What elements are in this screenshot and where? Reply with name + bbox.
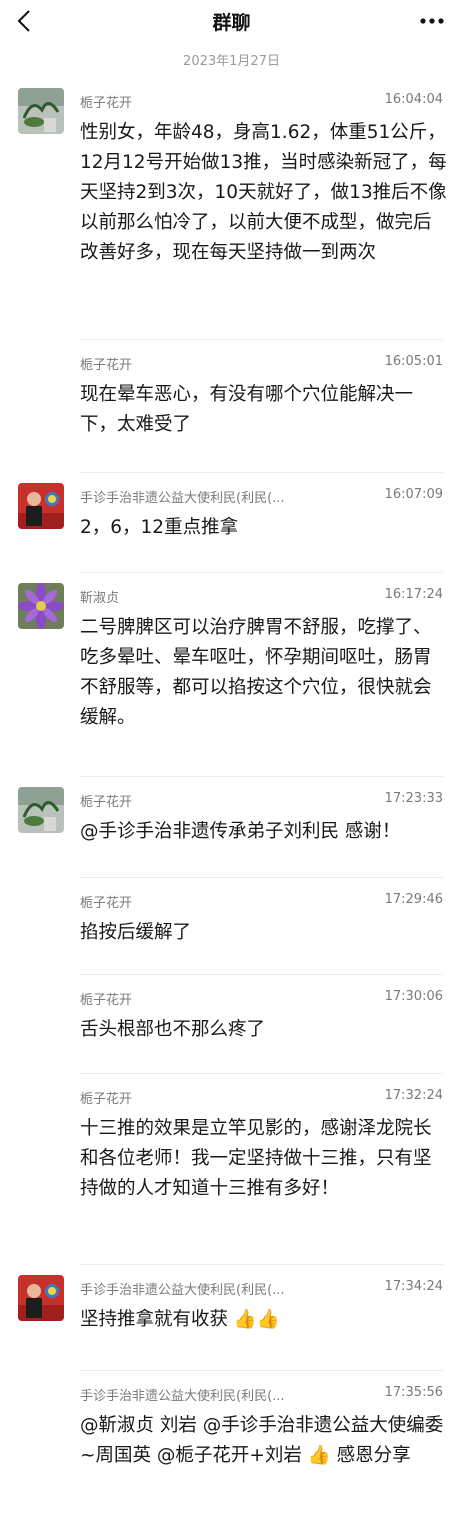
more-dots-icon[interactable] [419,10,445,32]
message-item: 手诊手治非遗公益大使利民(利民(... 17:34:24 坚持推拿就有收获 👍👍 [0,1265,463,1371]
message-text: 二号脾脾区可以治疗脾胃不舒服，吃撑了、吃多晕吐、晕车呕吐，怀孕期间呕吐，肠胃不舒… [80,617,432,728]
message-item: 栀子花开 16:05:01 现在晕车恶心，有没有哪个穴位能解决一下，太难受了 [0,340,463,473]
avatar[interactable] [18,483,64,529]
message-text: 十三推的效果是立竿见影的，感谢泽龙院长和各位老师！我一定坚持做十三推，只有坚持做… [80,1118,432,1199]
message-time: 17:32:24 [384,1088,443,1103]
message-time: 16:04:04 [384,92,443,107]
date-separator: 2023年1月27日 [183,54,280,69]
message-text: 性别女，年龄48，身高1.62，体重51公斤，12月12号开始做13推，当时感染… [80,122,447,263]
message-item: 栀子花开 17:29:46 掐按后缓解了 [0,878,463,975]
sender-name: 栀子花开 [80,795,133,810]
sender-name: 栀子花开 [80,993,133,1008]
message-time: 17:29:46 [384,892,443,907]
avatar[interactable] [18,88,64,134]
sender-name: 栀子花开 [80,1092,133,1107]
message-time: 16:17:24 [384,587,443,602]
message-list: 栀子花开 16:04:04 性别女，年龄48，身高1.62，体重51公斤，12月… [0,78,463,1521]
sender-name: 靳淑贞 [80,591,120,606]
message-item: 手诊手治非遗公益大使利民(利民(... 16:07:09 2，6，12重点推拿 [0,473,463,573]
message-item: 手诊手治非遗公益大使利民(利民(... 17:35:56 @靳淑贞 刘岩 @手诊… [0,1371,463,1521]
sender-name: 手诊手治非遗公益大使利民(利民(... [80,1283,285,1298]
message-text: 现在晕车恶心，有没有哪个穴位能解决一下，太难受了 [80,384,414,435]
chat-title: 群聊 [212,12,251,34]
message-text: 2，6，12重点推拿 [80,517,239,538]
message-time: 17:30:06 [384,989,443,1004]
message-meta: 手诊手治非遗公益大使利民(利民(... 17:34:24 [80,1279,443,1298]
message-text: @靳淑贞 刘岩 @手诊手治非遗公益大使编委~周国英 @栀子花开+刘岩 👍 感恩分… [80,1415,444,1466]
message-time: 16:05:01 [384,354,443,369]
message-time: 17:23:33 [384,791,443,806]
sender-name: 手诊手治非遗公益大使利民(利民(... [80,491,285,506]
message-meta: 栀子花开 17:23:33 [80,791,443,810]
message-text: @手诊手治非遗传承弟子刘利民 感谢！ [80,821,401,842]
message-meta: 靳淑贞 16:17:24 [80,587,443,606]
sender-name: 栀子花开 [80,896,133,911]
message-meta: 栀子花开 16:04:04 [80,92,443,111]
top-bar: 群聊 [0,0,463,44]
avatar[interactable] [18,1275,64,1321]
avatar[interactable] [18,583,64,629]
avatar[interactable] [18,787,64,833]
message-item: 靳淑贞 16:17:24 二号脾脾区可以治疗脾胃不舒服，吃撑了、吃多晕吐、晕车呕… [0,573,463,777]
message-meta: 栀子花开 16:05:01 [80,354,443,373]
message-item: 栀子花开 17:30:06 舌头根部也不那么疼了 [0,975,463,1074]
message-time: 16:07:09 [384,487,443,502]
message-text: 掐按后缓解了 [80,922,192,943]
message-meta: 手诊手治非遗公益大使利民(利民(... 16:07:09 [80,487,443,506]
message-time: 17:34:24 [384,1279,443,1294]
message-text: 坚持推拿就有收获 👍👍 [80,1309,280,1330]
message-item: 栀子花开 16:04:04 性别女，年龄48，身高1.62，体重51公斤，12月… [0,78,463,340]
sender-name: 栀子花开 [80,358,133,373]
sender-name: 栀子花开 [80,96,133,111]
message-item: 栀子花开 17:32:24 十三推的效果是立竿见影的，感谢泽龙院长和各位老师！我… [0,1074,463,1265]
message-meta: 栀子花开 17:32:24 [80,1088,443,1107]
message-meta: 栀子花开 17:29:46 [80,892,443,911]
message-meta: 手诊手治非遗公益大使利民(利民(... 17:35:56 [80,1385,443,1404]
sender-name: 手诊手治非遗公益大使利民(利民(... [80,1389,285,1404]
message-time: 17:35:56 [384,1385,443,1400]
message-meta: 栀子花开 17:30:06 [80,989,443,1008]
message-text: 舌头根部也不那么疼了 [80,1019,266,1040]
message-item: 栀子花开 17:23:33 @手诊手治非遗传承弟子刘利民 感谢！ [0,777,463,878]
